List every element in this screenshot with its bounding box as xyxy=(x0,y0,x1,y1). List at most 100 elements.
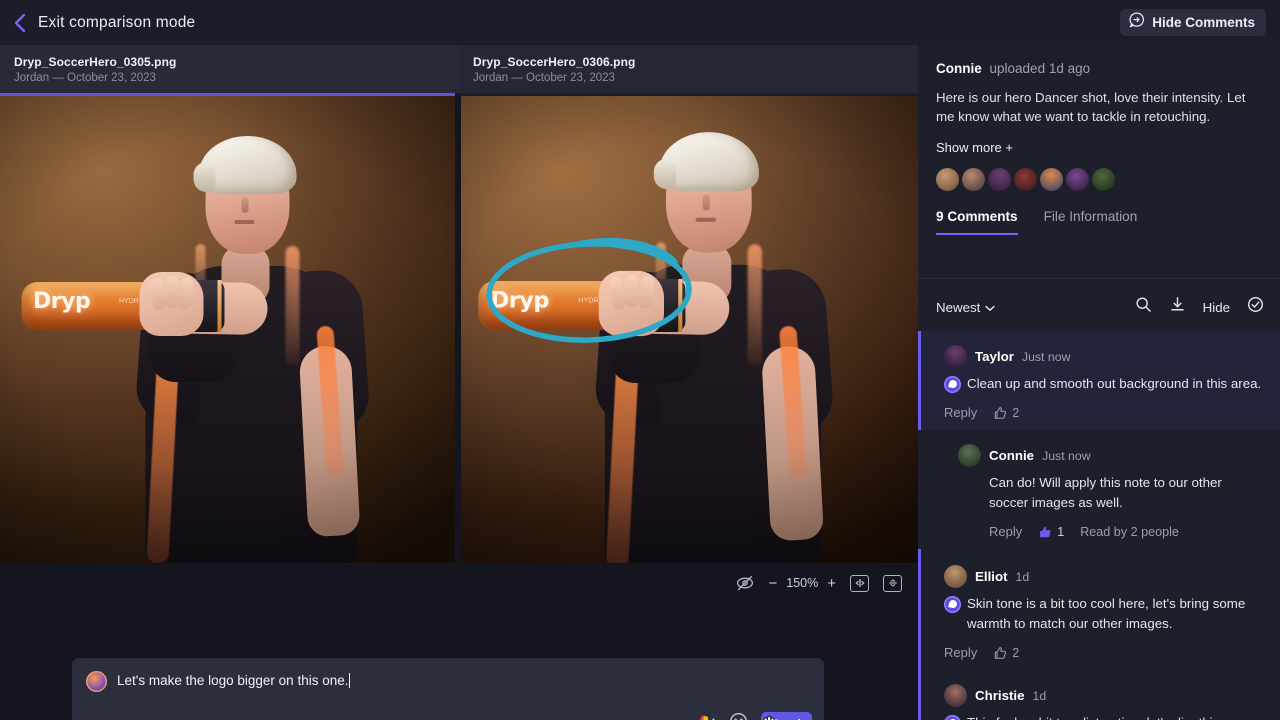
comment-text: Skin tone is a bit too cool here, let's … xyxy=(967,596,1246,631)
tab-comments[interactable]: 9 Comments xyxy=(936,209,1018,235)
compare-pane-right[interactable]: Dryp_SoccerHero_0306.png Jordan — Octobe… xyxy=(459,45,918,563)
pane-image-right[interactable]: Dryp HYDR ✳ xyxy=(461,96,918,563)
avatar[interactable] xyxy=(1040,168,1063,191)
comment-item[interactable]: Christie 1d This feels a bit too distrac… xyxy=(918,670,1280,720)
show-more-button[interactable]: Show more + xyxy=(936,140,1262,155)
emoji-smiley-icon[interactable] xyxy=(729,712,748,720)
tab-file-information[interactable]: File Information xyxy=(1044,209,1138,235)
send-button[interactable]: Send xyxy=(760,712,812,720)
color-palette-brush-icon[interactable] xyxy=(697,712,716,720)
composer-actions: Send xyxy=(697,712,812,720)
like-button[interactable]: 2 xyxy=(993,406,1019,420)
pane-meta-left: Jordan — October 23, 2023 xyxy=(14,72,156,84)
split-vertical-icon[interactable] xyxy=(883,574,902,592)
comment-text: Clean up and smooth out background in th… xyxy=(967,376,1262,391)
comment-composer[interactable]: Let's make the logo bigger on this one. xyxy=(72,658,824,720)
photo-left: Dryp HYDR ✳ xyxy=(0,96,457,563)
pane-divider xyxy=(455,93,459,563)
avatar[interactable] xyxy=(962,168,985,191)
comments-panel: Connie uploaded 1d ago Here is our hero … xyxy=(918,45,1280,720)
pane-filename-right: Dryp_SoccerHero_0306.png xyxy=(473,55,636,69)
reply-button[interactable]: Reply xyxy=(944,645,977,660)
panel-tabs: 9 Comments File Information xyxy=(936,209,1262,235)
comment-text: This feels a bit too distracting, let's … xyxy=(967,713,1219,720)
comment-item[interactable]: Elliot 1d Skin tone is a bit too cool he… xyxy=(918,549,1280,670)
comment-arrow-icon xyxy=(1129,12,1145,33)
zoom-level-label: 150% xyxy=(786,576,819,590)
chevron-left-icon xyxy=(13,13,26,33)
like-count: 2 xyxy=(1012,405,1020,420)
read-receipt: Read by 2 people xyxy=(1080,524,1179,539)
avatar[interactable] xyxy=(988,168,1011,191)
pane-image-left[interactable]: Dryp HYDR ✳ xyxy=(0,96,457,563)
reply-button[interactable]: Reply xyxy=(944,405,977,420)
avatar xyxy=(944,565,967,588)
panel-divider xyxy=(918,278,1280,279)
annotation-marker-icon[interactable] xyxy=(944,376,961,393)
zoom-in-button[interactable]: + xyxy=(827,576,836,591)
search-icon[interactable] xyxy=(1135,296,1152,318)
comment-input-value: Let's make the logo bigger on this one. xyxy=(117,673,349,688)
hide-comments-label: Hide Comments xyxy=(1152,15,1255,30)
like-count: 2 xyxy=(1012,645,1020,660)
avatar[interactable] xyxy=(1066,168,1089,191)
avatar[interactable] xyxy=(936,168,959,191)
avatar xyxy=(944,684,967,707)
like-button[interactable]: 2 xyxy=(993,646,1019,660)
hide-comments-button[interactable]: Hide Comments xyxy=(1120,9,1266,36)
comment-item[interactable]: Connie Just now Can do! Will apply this … xyxy=(918,430,1280,549)
comment-text: Can do! Will apply this note to our othe… xyxy=(989,475,1222,510)
check-circle-icon[interactable] xyxy=(1247,296,1264,318)
pane-filename-left: Dryp_SoccerHero_0305.png xyxy=(14,55,177,69)
compare-slash-icon[interactable] xyxy=(736,574,754,592)
like-count: 1 xyxy=(1057,524,1065,539)
comment-time: Just now xyxy=(1042,448,1091,463)
pane-header-right: Dryp_SoccerHero_0306.png Jordan — Octobe… xyxy=(459,45,918,93)
zoom-controls: − 150% + xyxy=(768,576,836,591)
chevron-down-icon xyxy=(985,300,996,315)
comment-author: Connie xyxy=(989,448,1035,463)
pane-meta-right: Jordan — October 23, 2023 xyxy=(473,72,615,84)
thumbs-up-filled-icon xyxy=(1040,526,1051,537)
pane-header-left: Dryp_SoccerHero_0305.png Jordan — Octobe… xyxy=(0,45,459,93)
annotation-marker-icon[interactable] xyxy=(944,596,961,613)
annotation-marker-icon[interactable] xyxy=(944,715,961,720)
composer-avatar xyxy=(86,671,107,692)
avatar[interactable] xyxy=(1092,168,1115,191)
upload-time: uploaded 1d ago xyxy=(989,61,1091,76)
split-horizontal-icon[interactable] xyxy=(850,574,869,592)
comments-list[interactable]: Taylor Just now Clean up and smooth out … xyxy=(918,331,1280,720)
comparison-mode-app: Exit comparison mode Hide Comments Dryp_… xyxy=(0,0,1280,720)
panel-upload-header: Connie uploaded 1d ago Here is our hero … xyxy=(918,45,1280,235)
comment-input[interactable]: Let's make the logo bigger on this one. xyxy=(117,671,351,691)
comments-filter-bar: Newest Hide xyxy=(918,291,1280,323)
back-button[interactable] xyxy=(0,0,38,45)
page-title: Exit comparison mode xyxy=(38,13,196,31)
sort-label: Newest xyxy=(936,299,981,315)
photo-right: Dryp HYDR ✳ xyxy=(461,96,918,563)
thumbs-up-icon xyxy=(995,406,1007,419)
avatar[interactable] xyxy=(1014,168,1037,191)
viewer-stage: Dryp_SoccerHero_0305.png Jordan — Octobe… xyxy=(0,45,918,720)
hide-label[interactable]: Hide xyxy=(1203,300,1230,315)
reply-button[interactable]: Reply xyxy=(989,524,1022,539)
comment-author: Elliot xyxy=(975,569,1008,584)
zoom-out-button[interactable]: − xyxy=(768,576,777,591)
avatar xyxy=(944,345,967,368)
sort-dropdown[interactable]: Newest xyxy=(936,299,996,315)
like-button[interactable]: 1 xyxy=(1038,525,1064,539)
compare-panes: Dryp_SoccerHero_0305.png Jordan — Octobe… xyxy=(0,45,918,563)
comment-author: Christie xyxy=(975,688,1025,703)
upload-author: Connie xyxy=(936,61,982,76)
compare-pane-left[interactable]: Dryp_SoccerHero_0305.png Jordan — Octobe… xyxy=(0,45,459,563)
top-bar: Exit comparison mode Hide Comments xyxy=(0,0,1280,45)
comment-time: Just now xyxy=(1021,349,1071,364)
download-icon[interactable] xyxy=(1169,296,1186,318)
text-caret xyxy=(349,673,351,688)
avatar xyxy=(958,444,981,467)
comment-time: 1d xyxy=(1032,688,1047,703)
comment-author: Taylor xyxy=(975,349,1014,364)
comment-item[interactable]: Taylor Just now Clean up and smooth out … xyxy=(918,331,1280,430)
viewer-toolbar: − 150% + xyxy=(0,563,918,603)
upload-description: Here is our hero Dancer shot, love their… xyxy=(936,90,1246,124)
